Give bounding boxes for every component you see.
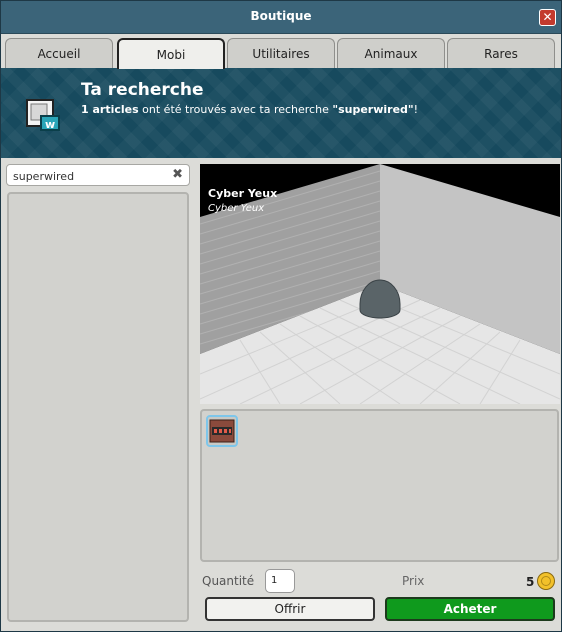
result-text: ont été trouvés avec ta recherche	[138, 103, 333, 116]
furni-description: Cyber Yeux	[208, 203, 265, 214]
quantity-label: Quantité	[202, 574, 255, 588]
buy-button[interactable]: Acheter	[385, 597, 555, 621]
credit-coin-icon	[537, 572, 555, 590]
clear-icon[interactable]: ✖	[172, 167, 183, 182]
room-preview-image	[200, 164, 560, 404]
tab-accueil[interactable]: Accueil	[5, 38, 113, 68]
price-value: 5	[526, 575, 535, 589]
close-icon[interactable]: ✕	[539, 9, 556, 26]
search-banner: w Ta recherche 1 articles ont été trouvé…	[1, 68, 561, 158]
tab-bar: Accueil Mobi Utilitaires Animaux Rares	[1, 34, 561, 69]
result-suffix: !	[413, 103, 419, 116]
tab-utilitaires[interactable]: Utilitaires	[227, 38, 335, 68]
tab-rares[interactable]: Rares	[447, 38, 555, 68]
price-label: Prix	[402, 574, 425, 588]
results-list[interactable]	[7, 192, 189, 622]
title-bar[interactable]: Boutique ✕	[1, 1, 561, 34]
svg-text:w: w	[45, 118, 55, 131]
search-box[interactable]: ✖	[6, 164, 190, 186]
window-title: Boutique	[250, 9, 312, 23]
banner-description: 1 articles ont été trouvés avec ta reche…	[81, 103, 418, 116]
offer-button[interactable]: Offrir	[205, 597, 375, 621]
furni-preview: Cyber Yeux Cyber Yeux	[200, 164, 560, 404]
superwired-item-icon	[209, 419, 235, 443]
search-input[interactable]	[11, 167, 165, 185]
left-panel: ✖	[6, 164, 190, 622]
search-query: "superwired"	[332, 103, 414, 116]
catalog-window: Boutique ✕ Accueil Mobi Utilitaires Anim…	[0, 0, 562, 632]
tab-mobi[interactable]: Mobi	[117, 38, 225, 69]
item-grid	[200, 409, 559, 562]
furni-name: Cyber Yeux	[208, 187, 278, 200]
quantity-input[interactable]: 1	[265, 569, 295, 593]
banner-title: Ta recherche	[81, 80, 204, 100]
item-slot-superwired[interactable]	[206, 415, 238, 447]
tab-animaux[interactable]: Animaux	[337, 38, 445, 68]
result-count: 1 articles	[81, 103, 139, 116]
search-results-icon: w	[26, 99, 60, 131]
